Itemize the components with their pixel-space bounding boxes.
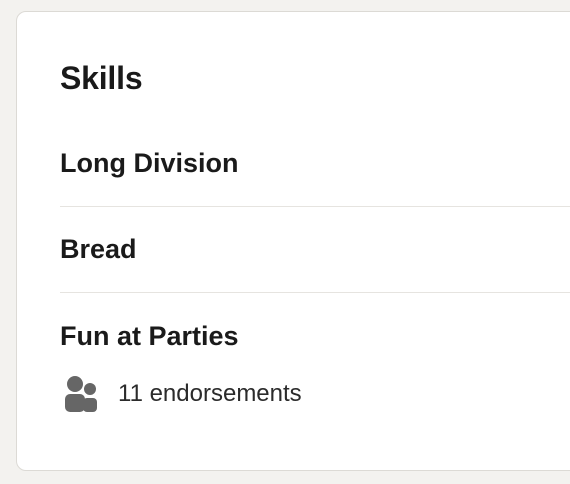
skill-divider (60, 206, 570, 207)
skill-item-fun-at-parties[interactable]: Fun at Parties (60, 321, 239, 352)
skill-divider (60, 292, 570, 293)
endorsements-count: 11 endorsements (118, 380, 302, 407)
skills-title: Skills (60, 60, 143, 96)
skills-card: Skills Long Division Bread Fun at Partie… (16, 11, 570, 471)
skill-item-long-division[interactable]: Long Division (60, 148, 239, 179)
endorsements-row[interactable]: 11 endorsements (64, 375, 302, 413)
skill-item-bread[interactable]: Bread (60, 234, 137, 265)
people-icon (64, 375, 98, 413)
